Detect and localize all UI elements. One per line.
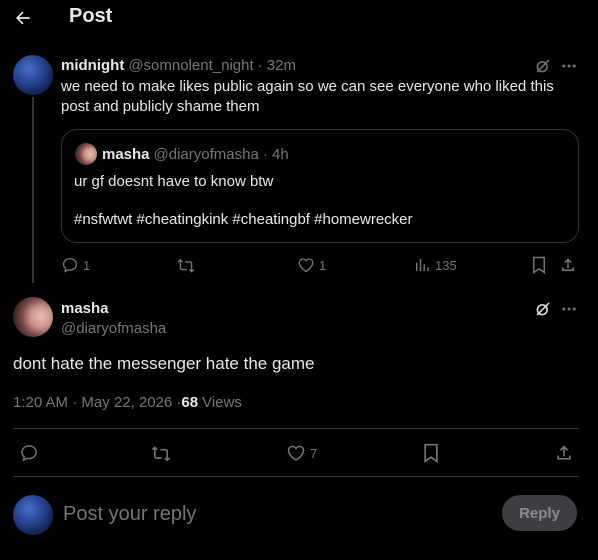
view-count: 135	[435, 257, 457, 273]
more-options-icon[interactable]	[559, 299, 579, 319]
quote-hashtags: #nsfwtwt #cheatingkink #cheatingbf #home…	[74, 211, 413, 228]
share-button[interactable]	[554, 443, 574, 463]
repost-button[interactable]	[150, 443, 172, 463]
reply-icon	[62, 257, 78, 273]
like-button[interactable]: 7	[286, 443, 317, 463]
avatar[interactable]	[13, 297, 53, 337]
reply-button[interactable]: 1	[61, 256, 90, 274]
like-count: 1	[319, 257, 327, 273]
bookmark-button[interactable]	[530, 256, 548, 274]
avatar[interactable]	[13, 55, 53, 95]
page-title: Post	[69, 5, 113, 27]
post-meta: 1:20 AM · May 22, 2026 · 68 Views	[13, 394, 242, 411]
heart-icon	[298, 258, 314, 273]
views-count: 68	[181, 394, 199, 411]
quote-header: masha @diaryofmasha · 4h	[102, 146, 289, 163]
repost-button[interactable]	[176, 256, 196, 274]
like-count: 7	[310, 445, 318, 461]
reply-count: 1	[83, 257, 91, 273]
quote-time: · 4h	[262, 146, 289, 163]
divider	[13, 428, 579, 429]
reply-input[interactable]	[63, 499, 463, 529]
thread-line	[32, 97, 34, 283]
bookmark-button[interactable]	[421, 443, 441, 463]
more-options-icon[interactable]	[559, 56, 579, 76]
back-button[interactable]	[6, 2, 40, 34]
like-button[interactable]: 1	[297, 256, 326, 274]
share-button[interactable]	[559, 256, 577, 274]
avatar	[75, 143, 97, 165]
grok-icon[interactable]	[533, 56, 553, 76]
post-text: dont hate the messenger hate the game	[13, 354, 315, 373]
share-icon	[557, 445, 571, 460]
reply-button[interactable]	[19, 443, 39, 463]
display-name[interactable]: masha	[61, 300, 109, 317]
timestamp[interactable]: 1:20 AM · May 22, 2026 ·	[13, 394, 181, 411]
bar-chart-icon	[416, 259, 429, 271]
post-text: we need to make likes public again so we…	[61, 78, 554, 115]
bookmark-icon	[424, 443, 438, 463]
post-header: midnight @somnolent_night · 32m	[61, 57, 296, 74]
quote-display-name: masha	[102, 146, 150, 163]
divider	[13, 476, 579, 477]
arrow-left-icon	[15, 11, 30, 25]
share-icon	[562, 258, 574, 271]
handle[interactable]: @diaryofmasha	[61, 320, 166, 337]
grok-icon[interactable]	[533, 299, 553, 319]
display-name[interactable]: midnight	[61, 57, 124, 74]
quote-text-line: ur gf doesnt have to know btw	[74, 173, 274, 190]
reply-submit-button[interactable]: Reply	[502, 495, 577, 531]
post-time[interactable]: · 32m	[258, 57, 296, 74]
repost-icon	[177, 258, 195, 273]
repost-icon	[151, 446, 171, 462]
views-label: Views	[202, 394, 242, 411]
reply-icon	[21, 445, 37, 462]
handle[interactable]: @somnolent_night	[128, 57, 253, 74]
views-button[interactable]: 135	[413, 256, 457, 274]
avatar	[13, 495, 53, 535]
heart-icon	[287, 445, 305, 461]
bookmark-icon	[533, 256, 545, 274]
quote-handle: @diaryofmasha	[153, 146, 259, 163]
